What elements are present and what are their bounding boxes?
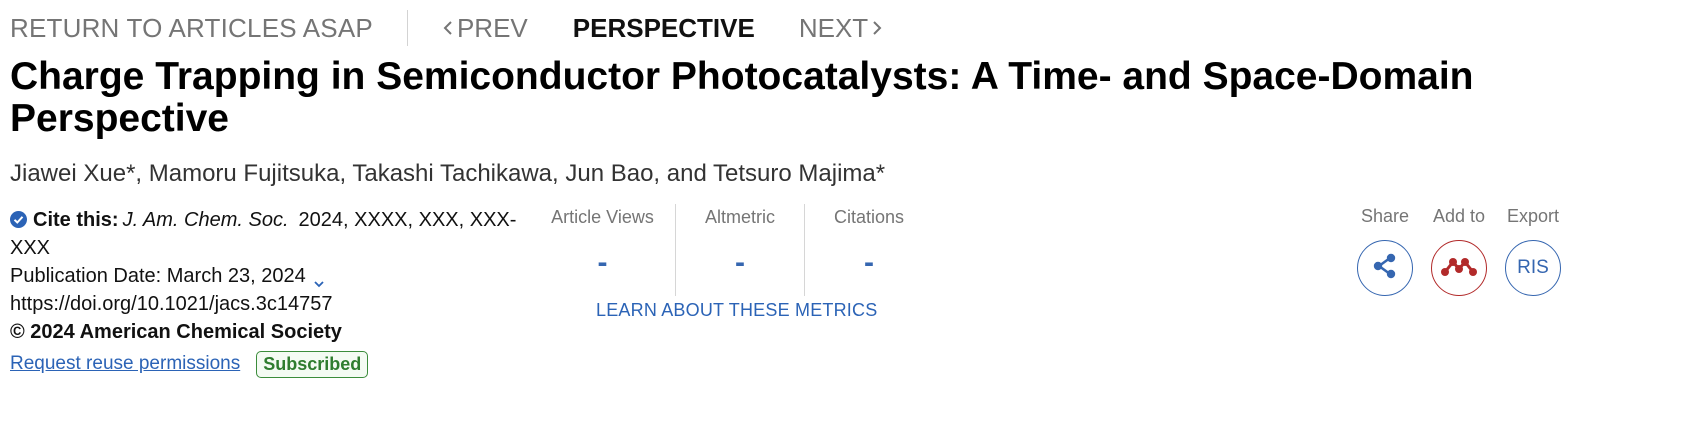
mendeley-icon [1440,254,1478,283]
metrics-panel: Article Views - Altmetric - Citations - [530,204,933,296]
pages-continued: XXX [10,237,51,259]
nav-divider [406,10,408,46]
publication-date-toggle[interactable]: Publication Date: March 23, 2024 [10,262,510,290]
metric-value: - [864,246,874,279]
add-to-label: Add to [1432,206,1486,226]
metric-altmetric: Altmetric - [676,204,804,296]
reuse-row: Request reuse permissions Subscribed [10,350,510,378]
metric-article-views: Article Views - [530,204,675,296]
metric-value: - [735,246,745,279]
metric-label: Citations [833,207,905,227]
request-reuse-permissions-link[interactable]: Request reuse permissions [10,350,240,378]
metric-citations: Citations - [805,204,933,296]
chevron-left-icon [441,19,457,37]
doi-link[interactable]: https://doi.org/10.1021/jacs.3c14757 [10,290,510,318]
article-title: Charge Trapping in Semiconductor Photoca… [10,55,1474,140]
journal-name: J. Am. Chem. Soc. [122,209,289,231]
add-to-action: Add to [1422,206,1496,296]
article-type-label: PERSPECTIVE [572,12,755,43]
next-label: NEXT [798,12,869,43]
add-to-mendeley-button[interactable] [1431,240,1487,296]
chevron-right-icon [868,19,884,37]
learn-about-metrics-link[interactable]: LEARN ABOUT THESE METRICS [596,300,877,321]
metric-value: - [597,246,608,279]
export-ris-button[interactable]: RIS [1505,240,1561,296]
next-link[interactable]: NEXT [799,13,884,44]
export-action: Export RIS [1496,206,1570,296]
ris-label: RIS [1517,257,1549,278]
cite-label[interactable]: Cite this: [33,209,119,231]
article-nav: RETURN TO ARTICLES ASAP PREV PERSPECTIVE… [10,8,884,48]
check-circle-icon [10,208,27,228]
author-list[interactable]: Jiawei Xue*, Mamoru Fujitsuka, Takashi T… [10,160,885,188]
cite-row: Cite this: J. Am. Chem. Soc. 2024, XXXX, X… [10,206,516,234]
return-to-articles-link[interactable]: RETURN TO ARTICLES ASAP [10,13,373,44]
share-label: Share [1360,206,1410,226]
share-button[interactable] [1357,240,1413,296]
metric-label: Altmetric [704,207,775,227]
chevron-down-icon [312,270,326,288]
citation-block: Cite this: J. Am. Chem. Soc. 2024, XXXX, X… [10,206,516,378]
copyright: © 2024 American Chemical Society [10,321,342,343]
subscribed-badge: Subscribed [256,350,369,378]
export-label: Export [1506,206,1560,226]
year-volume: 2024, XXXX, XXX, XXX- [298,209,517,231]
metric-label: Article Views [551,207,654,227]
publication-date: Publication Date: March 23, 2024 [10,265,306,287]
article-header: RETURN TO ARTICLES ASAP PREV PERSPECTIVE… [0,0,1685,422]
prev-label: PREV [456,12,528,43]
article-actions: Share Add to Export RIS [1348,206,1570,296]
share-icon [1370,251,1400,286]
share-action: Share [1348,206,1422,296]
prev-link[interactable]: PREV [441,13,528,44]
